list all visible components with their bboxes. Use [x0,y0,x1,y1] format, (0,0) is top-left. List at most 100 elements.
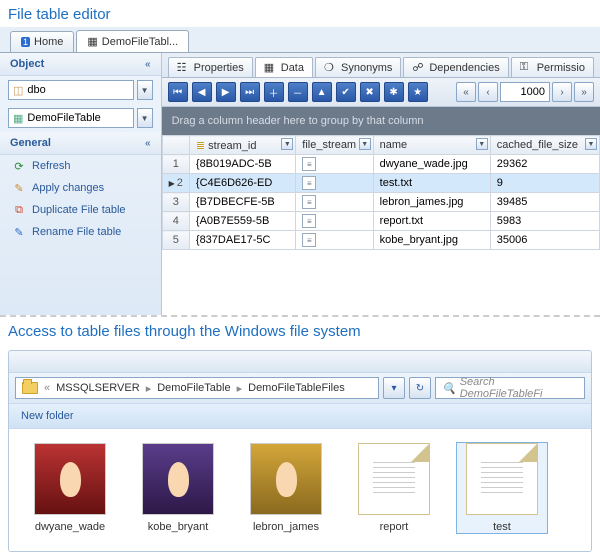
col-filter-icon[interactable]: ▼ [476,138,488,150]
cancel-button[interactable]: ✖ [360,82,380,102]
table-row[interactable]: 5{837DAE17-5C≡kobe_bryant.jpg35006 [162,231,599,250]
add-record-button[interactable]: ＋ [264,82,284,102]
col-cached-size-label: cached_file_size [497,139,578,151]
file-icon: ≡ [302,195,316,209]
cell-file-stream[interactable]: ≡ [296,231,373,250]
col-filter-icon[interactable]: ▼ [359,138,371,150]
tab-properties-label: Properties [194,62,244,74]
col-stream-id-label: stream_id [208,140,256,152]
tab-synonyms[interactable]: ❍Synonyms [315,57,401,77]
data-icon: ▦ [264,61,277,74]
edit-record-button[interactable]: ▲ [312,82,332,102]
apply-changes-action[interactable]: ✎Apply changes [0,177,161,199]
cell-name[interactable]: dwyane_wade.jpg [373,155,490,174]
col-name[interactable]: name▼ [373,136,490,155]
bookmark-button[interactable]: ★ [408,82,428,102]
cell-file-stream[interactable]: ≡ [296,212,373,231]
col-file-stream[interactable]: file_stream▼ [296,136,373,155]
cell-stream-id[interactable]: {8B019ADC-5B [189,155,295,174]
cell-name[interactable]: report.txt [373,212,490,231]
duplicate-action[interactable]: ⧉Duplicate File table [0,199,161,221]
table-row[interactable]: 2{C4E6D626-ED≡test.txt9 [162,174,599,193]
sidebar-object-header[interactable]: Object« [0,53,161,76]
cell-stream-id[interactable]: {A0B7E559-5B [189,212,295,231]
cell-size[interactable]: 9 [490,174,599,193]
cell-file-stream[interactable]: ≡ [296,193,373,212]
schema-dropdown-button[interactable]: ▼ [137,80,153,100]
schema-value: dbo [27,84,45,96]
image-thumbnail [142,443,214,515]
apply-icon: ✎ [12,181,26,195]
page-last-button[interactable]: » [574,82,594,102]
last-record-button[interactable]: ⏭ [240,82,260,102]
cell-file-stream[interactable]: ≡ [296,174,373,193]
refresh-action[interactable]: ⟳Refresh [0,155,161,177]
col-cached-size[interactable]: cached_file_size ▼ [490,136,599,155]
cell-name[interactable]: lebron_james.jpg [373,193,490,212]
breadcrumb[interactable]: « MSSQLSERVER▸ DemoFileTable▸ DemoFileTa… [15,377,379,399]
breadcrumb-item[interactable]: MSSQLSERVER [56,382,140,394]
cell-file-stream[interactable]: ≡ [296,155,373,174]
first-record-button[interactable]: ⏮ [168,82,188,102]
file-item-kobe-bryant[interactable]: kobe_bryant [133,443,223,533]
page-size-input[interactable] [500,82,550,102]
table-row[interactable]: 3{B7DBECFE-5B≡lebron_james.jpg39485 [162,193,599,212]
cell-size[interactable]: 39485 [490,193,599,212]
file-item-lebron-james[interactable]: lebron_james [241,443,331,533]
tab-home[interactable]: 1Home [10,31,74,52]
data-grid[interactable]: ≣ stream_id▼ file_stream▼ name▼ cached_f… [162,135,600,315]
commit-button[interactable]: ✔ [336,82,356,102]
breadcrumb-item[interactable]: DemoFileTable [157,382,230,394]
cell-stream-id[interactable]: {837DAE17-5C [189,231,295,250]
page-prev-button[interactable]: ‹ [478,82,498,102]
tab-data[interactable]: ▦Data [255,57,313,77]
table-row[interactable]: 1{8B019ADC-5B≡dwyane_wade.jpg29362 [162,155,599,174]
file-icon: ≡ [302,214,316,228]
refresh-grid-button[interactable]: ✱ [384,82,404,102]
tab-home-label: Home [34,36,63,48]
search-icon: 🔍 [442,382,456,395]
file-item-test[interactable]: test [457,443,547,533]
file-item-dwyane-wade[interactable]: dwyane_wade [25,443,115,533]
cell-name[interactable]: test.txt [373,174,490,193]
explorer-search-input[interactable]: 🔍 Search DemoFileTableFi [435,377,585,399]
group-by-area[interactable]: Drag a column header here to group by th… [162,107,600,135]
delete-record-button[interactable]: － [288,82,308,102]
rename-action[interactable]: ✎Rename File table [0,221,161,243]
explorer-panel: « MSSQLSERVER▸ DemoFileTable▸ DemoFileTa… [0,350,600,552]
image-thumbnail [250,443,322,515]
col-stream-id[interactable]: ≣ stream_id▼ [189,136,295,155]
col-filter-icon[interactable]: ▼ [585,138,597,150]
prev-record-button[interactable]: ◀ [192,82,212,102]
breadcrumb-dropdown-button[interactable]: ▾ [383,377,405,399]
next-record-button[interactable]: ▶ [216,82,236,102]
general-header-label: General [10,137,51,149]
new-folder-button[interactable]: New folder [21,410,74,422]
cell-stream-id[interactable]: {B7DBECFE-5B [189,193,295,212]
file-label: lebron_james [241,521,331,533]
sidebar: Object« ◫ dbo ▼ ▦DemoFileTable ▼ General«… [0,53,162,315]
sidebar-general-header[interactable]: General« [0,132,161,155]
refresh-explorer-button[interactable]: ↻ [409,377,431,399]
file-item-report[interactable]: report [349,443,439,533]
schema-combo[interactable]: ◫ dbo [8,80,134,100]
tab-dependencies[interactable]: ☍Dependencies [403,57,508,77]
schema-icon: ◫ [13,84,23,97]
tab-permissions[interactable]: ⚿Permissio [511,57,594,77]
table-dropdown-button[interactable]: ▼ [137,108,153,128]
breadcrumb-item[interactable]: DemoFileTableFiles [248,382,345,394]
table-combo[interactable]: ▦DemoFileTable [8,108,134,128]
object-header-label: Object [10,58,44,70]
tab-properties[interactable]: ☷Properties [168,57,253,77]
cell-size[interactable]: 5983 [490,212,599,231]
col-filter-icon[interactable]: ▼ [281,138,293,150]
cell-name[interactable]: kobe_bryant.jpg [373,231,490,250]
page-next-button[interactable]: › [552,82,572,102]
cell-stream-id[interactable]: {C4E6D626-ED [189,174,295,193]
table-row[interactable]: 4{A0B7E559-5B≡report.txt5983 [162,212,599,231]
tab-demofiletable[interactable]: ▦DemoFileTabl... [76,30,189,52]
page-first-button[interactable]: « [456,82,476,102]
cell-size[interactable]: 35006 [490,231,599,250]
search-placeholder: Search DemoFileTableFi [460,376,578,400]
cell-size[interactable]: 29362 [490,155,599,174]
